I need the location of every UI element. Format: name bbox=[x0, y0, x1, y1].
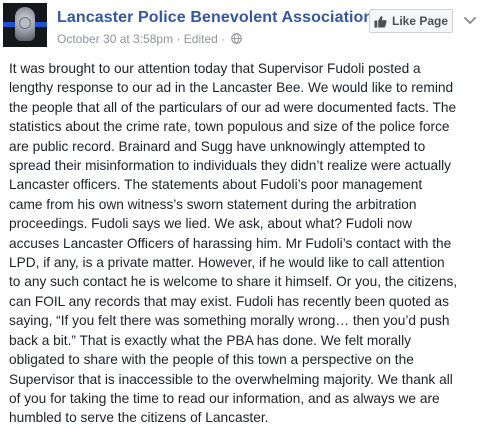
post-line: Lancaster officers. The statements about… bbox=[9, 177, 423, 193]
meta-separator: · bbox=[176, 31, 181, 46]
post-line: accuses Lancaster Officers of harassing … bbox=[9, 235, 452, 251]
post-line: Supervisor that is inaccessible to the o… bbox=[9, 371, 453, 387]
page-name-link[interactable]: Lancaster Police Benevolent Association bbox=[57, 9, 373, 27]
edited-label[interactable]: Edited bbox=[184, 32, 218, 46]
post-line: can FOIL any records that may exist. Fud… bbox=[9, 293, 450, 309]
post-line: spread their misinformation to individua… bbox=[9, 158, 452, 174]
post-line: the people that all of the particulars o… bbox=[9, 99, 457, 115]
like-page-label: Like Page bbox=[391, 14, 449, 28]
post-header: Lancaster Police Benevolent Association … bbox=[0, 0, 489, 56]
globe-icon[interactable] bbox=[231, 33, 243, 45]
chevron-down-icon[interactable] bbox=[461, 11, 479, 29]
post-line: humbled to serve the citizens of Lancast… bbox=[9, 410, 269, 426]
post-line: proceedings. Fudoli says we lied. We ask… bbox=[9, 216, 412, 232]
post-line: It was brought to our attention today th… bbox=[9, 61, 421, 76]
post-line: LPD, if any, is a private matter. Howeve… bbox=[9, 255, 445, 271]
post-body: It was brought to our attention today th… bbox=[9, 59, 483, 428]
post-meta: October 30 at 3:58pm · Edited · bbox=[57, 31, 243, 46]
facebook-post: Lancaster Police Benevolent Association … bbox=[0, 0, 489, 425]
post-line: are public record. Brainard and Sugg hav… bbox=[9, 138, 426, 154]
post-line: obligated to share with the people of th… bbox=[9, 352, 414, 368]
avatar[interactable] bbox=[3, 3, 47, 47]
post-line: of you for taking the time to read our i… bbox=[9, 390, 440, 406]
post-line: came from his own witness’s sworn statem… bbox=[9, 196, 417, 212]
post-line: to any such contact he is welcome to sha… bbox=[9, 274, 458, 290]
post-line: lengthy response to our ad in the Lancas… bbox=[9, 80, 454, 96]
meta-separator-2: · bbox=[221, 31, 226, 46]
post-line: statistics about the crime rate, town po… bbox=[9, 119, 450, 135]
post-timestamp[interactable]: October 30 at 3:58pm bbox=[57, 32, 173, 46]
post-line: saying, “If you felt there was something… bbox=[9, 313, 450, 329]
thumbs-up-icon bbox=[374, 15, 387, 28]
badge-seal bbox=[19, 17, 31, 29]
post-line: back a bit.” That is exactly what the PB… bbox=[9, 332, 411, 348]
like-page-button[interactable]: Like Page bbox=[369, 9, 453, 33]
